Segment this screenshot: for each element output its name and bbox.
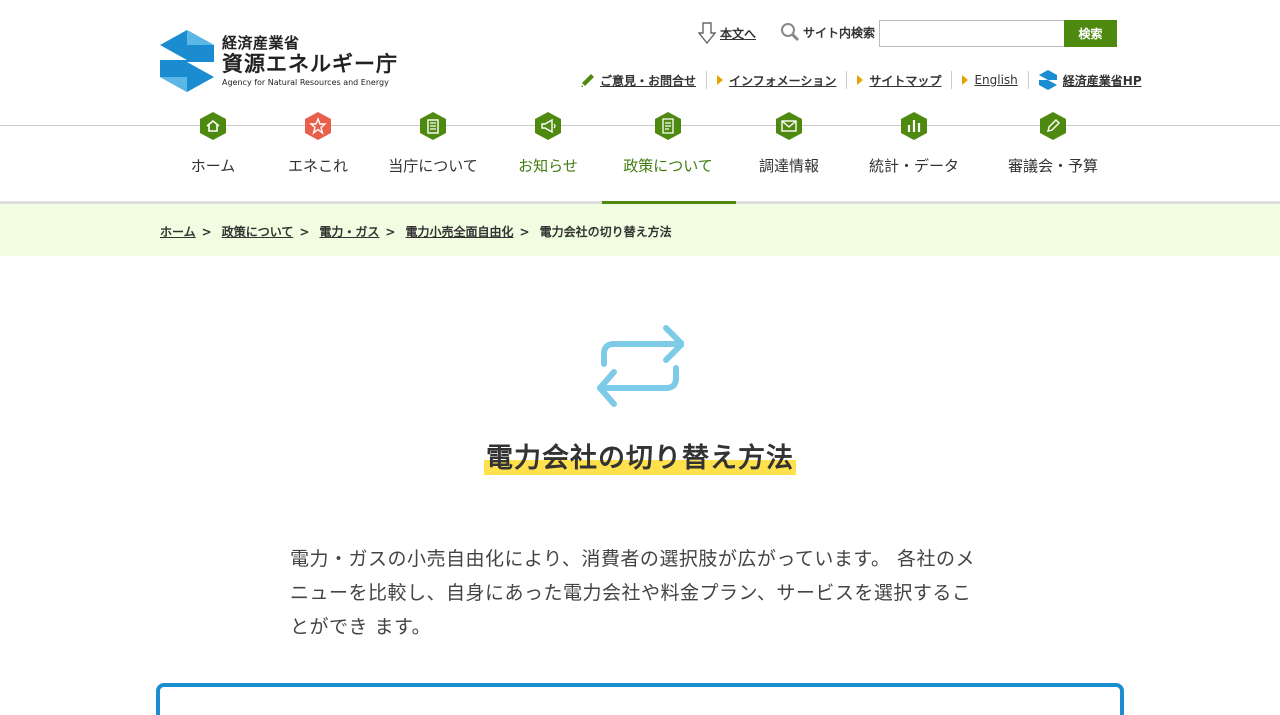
building-icon <box>420 112 446 140</box>
nav-item-news[interactable]: お知らせ <box>516 112 580 191</box>
nav-item-enekore[interactable]: エネこれ <box>286 112 350 191</box>
logo-english-text: Agency for Natural Resources and Energy <box>222 78 389 87</box>
sitemap-link[interactable]: サイトマップ <box>869 72 941 89</box>
document-icon <box>655 112 681 140</box>
nav-item-about[interactable]: 当庁について <box>388 112 478 191</box>
nav-item-statistics[interactable]: 統計・データ <box>868 112 960 191</box>
bar-chart-icon <box>901 112 927 140</box>
logo-agency-text: 資源エネルギー庁 <box>222 52 398 76</box>
util-item-meti[interactable]: 経済産業省HP <box>1027 70 1152 90</box>
breadcrumb-separator: > <box>299 224 310 239</box>
arrow-down-icon <box>698 22 716 44</box>
mail-icon <box>776 112 802 140</box>
triangle-right-icon <box>962 75 969 85</box>
switch-arrows-icon <box>597 325 684 407</box>
breadcrumb-liberalization[interactable]: 電力小売全面自由化 <box>405 223 513 240</box>
lead-text: 電力・ガスの小売自由化により、消費者の選択肢が広がっています。 各社のメニューを… <box>290 548 976 638</box>
util-item-english[interactable]: English <box>951 71 1027 89</box>
util-item-information[interactable]: インフォメーション <box>706 71 846 89</box>
nav-item-procurement[interactable]: 調達情報 <box>756 112 822 191</box>
nav-label: 政策について <box>623 157 713 175</box>
triangle-right-icon <box>857 75 864 85</box>
nav-item-home[interactable]: ホーム <box>184 112 242 191</box>
pencil-icon <box>581 74 594 87</box>
content-box <box>156 683 1124 715</box>
search-input[interactable] <box>879 20 1065 47</box>
nav-label: 統計・データ <box>868 157 959 175</box>
information-link[interactable]: インフォメーション <box>729 72 836 89</box>
edit-icon <box>1040 112 1066 140</box>
meti-logo-icon <box>1038 70 1057 90</box>
skip-to-content: 本文へ <box>698 22 756 44</box>
breadcrumb-policy[interactable]: 政策について <box>222 223 294 240</box>
breadcrumb-separator: > <box>519 224 530 239</box>
star-icon <box>305 112 331 140</box>
nav-label: 調達情報 <box>758 157 819 175</box>
global-nav: ホーム エネこれ 当庁について お知らせ 政策について 調達情報 統計・データ … <box>0 112 1280 204</box>
nav-label: お知らせ <box>518 157 578 175</box>
nav-label: 当庁について <box>388 157 478 175</box>
search-label-text: サイト内検索 <box>803 25 876 40</box>
english-link[interactable]: English <box>974 73 1017 87</box>
breadcrumb: ホーム > 政策について > 電力・ガス > 電力小売全面自由化 > 電力会社の… <box>0 204 1280 256</box>
site-logo[interactable]: 経済産業省 資源エネルギー庁 Agency for Natural Resour… <box>160 30 400 92</box>
nav-label: 審議会・予算 <box>1007 157 1098 175</box>
nav-item-council[interactable]: 審議会・予算 <box>1006 112 1100 191</box>
site-search-label: サイト内検索 <box>780 22 875 42</box>
search-button[interactable]: 検索 <box>1064 20 1117 47</box>
megaphone-icon <box>535 112 561 140</box>
breadcrumb-current: 電力会社の切り替え方法 <box>539 225 672 239</box>
utility-links: ご意見・お問合せ インフォメーション サイトマップ English 経済産業省H… <box>580 70 1152 90</box>
meti-link[interactable]: 経済産業省HP <box>1063 72 1142 89</box>
magnifier-icon <box>781 23 800 42</box>
util-item-sitemap[interactable]: サイトマップ <box>846 71 951 89</box>
nav-label: ホーム <box>190 157 236 175</box>
breadcrumb-home[interactable]: ホーム <box>160 223 196 240</box>
triangle-right-icon <box>717 75 724 85</box>
page-title-wrap: 電力会社の切り替え方法 <box>0 436 1280 475</box>
page-title: 電力会社の切り替え方法 <box>484 436 796 475</box>
breadcrumb-electricity-gas[interactable]: 電力・ガス <box>319 223 379 240</box>
site-header: 経済産業省 資源エネルギー庁 Agency for Natural Resour… <box>0 0 1280 125</box>
contact-link[interactable]: ご意見・お問合せ <box>600 72 696 89</box>
home-icon <box>200 112 226 140</box>
util-item-contact[interactable]: ご意見・お問合せ <box>580 71 706 89</box>
breadcrumb-separator: > <box>201 224 212 239</box>
enecho-logo-icon <box>160 30 214 92</box>
nav-label: エネこれ <box>287 157 348 175</box>
breadcrumb-separator: > <box>385 224 396 239</box>
skip-link[interactable]: 本文へ <box>720 25 756 42</box>
nav-item-policy[interactable]: 政策について <box>620 112 716 191</box>
